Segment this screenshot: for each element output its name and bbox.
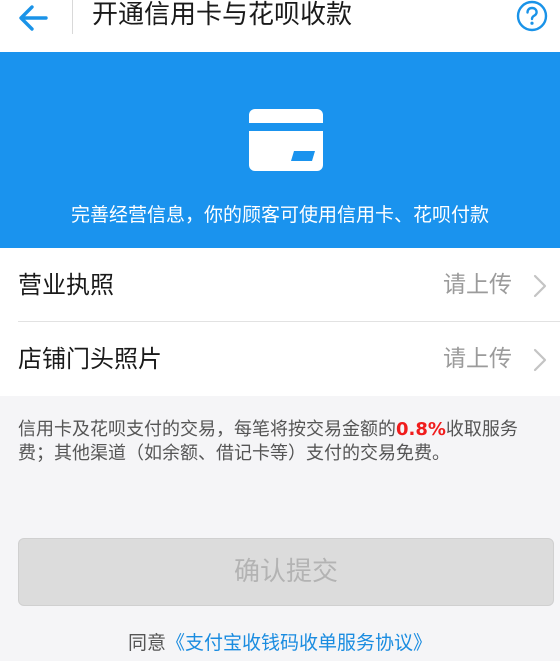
submit-button[interactable]: 确认提交 [18,538,554,606]
arrow-left-icon [19,5,48,31]
banner-message: 完善经营信息，你的顾客可使用信用卡、花呗付款 [70,204,489,226]
storefront-photo-label: 店铺门头照片 [18,345,162,373]
agreement-link[interactable]: 《支付宝收钱码收单服务协议》 [166,632,432,654]
fee-notice: 信用卡及花呗支付的交易，每笔将按交易金额的0.8%收取服务费；其他渠道（如余额、… [18,418,548,466]
business-license-label: 营业执照 [18,271,114,299]
info-banner: 完善经营信息，你的顾客可使用信用卡、花呗付款 [0,52,560,248]
business-license-row[interactable]: 营业执照 请上传 [0,248,560,322]
storefront-photo-status: 请上传 [443,346,512,372]
page-title: 开通信用卡与花呗收款 [92,0,353,30]
agreement-line: 同意《支付宝收钱码收单服务协议》 [0,628,560,655]
back-button[interactable] [16,2,52,34]
header-divider [72,0,73,34]
agreement-prefix: 同意 [127,632,166,654]
header-bar: 开通信用卡与花呗收款 [0,0,560,52]
upload-list: 营业执照 请上传 店铺门头照片 请上传 [0,248,560,396]
fee-notice-prefix: 信用卡及花呗支付的交易，每笔将按交易金额的 [18,419,396,440]
chevron-right-icon [532,348,548,372]
fee-rate: 0.8% [396,419,446,440]
help-button[interactable] [516,0,548,32]
credit-card-icon [249,109,323,171]
question-circle-icon [516,0,548,32]
business-license-status: 请上传 [443,272,512,298]
storefront-photo-row[interactable]: 店铺门头照片 请上传 [0,322,560,396]
chevron-right-icon [532,274,548,298]
